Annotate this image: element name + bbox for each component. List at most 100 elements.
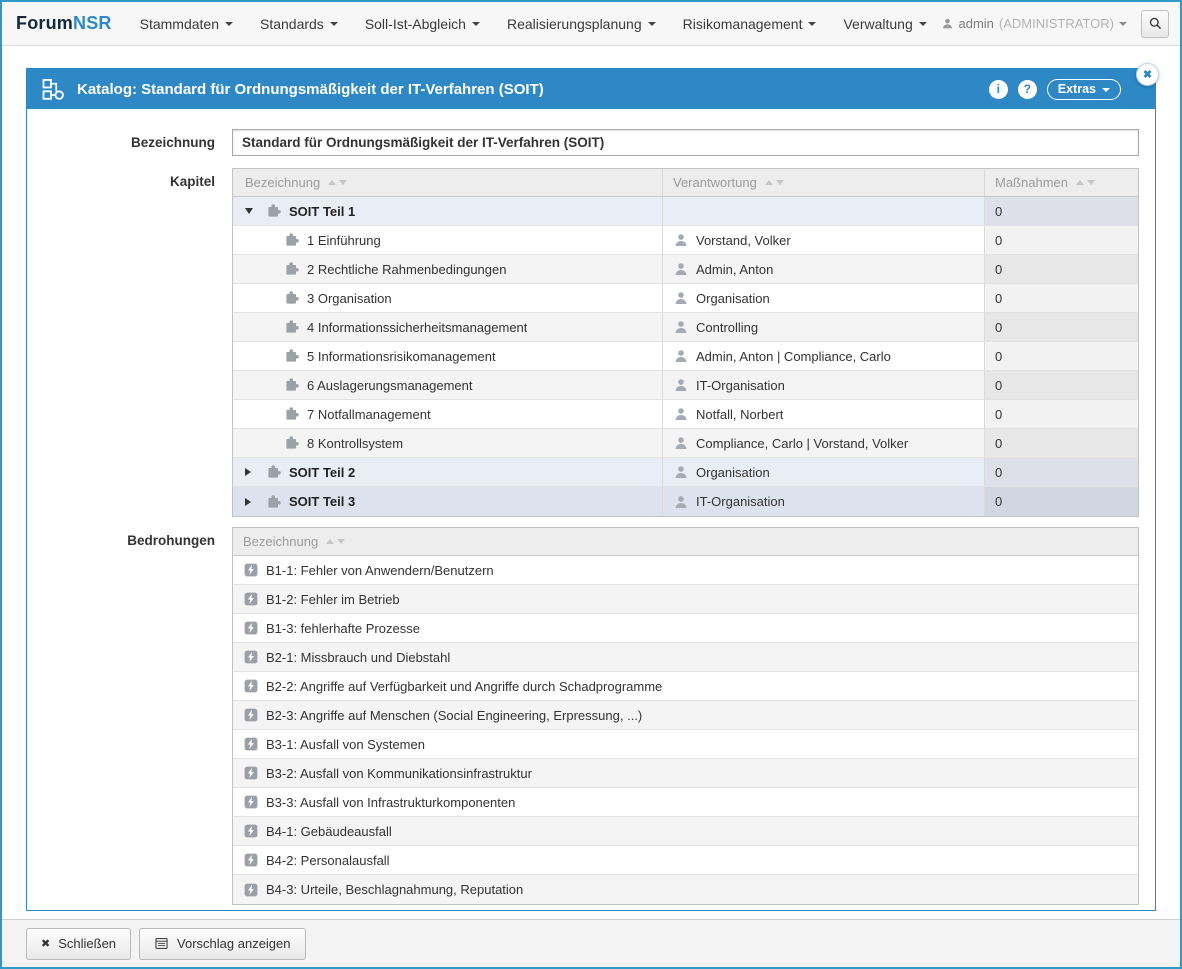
- bedrohung-row[interactable]: B3-2: Ausfall von Kommunikationsinfrastr…: [233, 759, 1138, 788]
- help-button[interactable]: ?: [1018, 80, 1037, 99]
- panel-close-button[interactable]: ✖: [1136, 63, 1159, 86]
- vorschlag-anzeigen-button[interactable]: Vorschlag anzeigen: [139, 928, 305, 960]
- kapitel-row[interactable]: 6 AuslagerungsmanagementIT-Organisation0: [233, 371, 1138, 400]
- bedrohung-row[interactable]: B1-1: Fehler von Anwendern/Benutzern: [233, 556, 1138, 585]
- kapitel-row[interactable]: SOIT Teil 3IT-Organisation0: [233, 487, 1138, 516]
- kapitel-cell-massnahmen: 0: [984, 429, 1138, 457]
- sort-desc-icon[interactable]: [776, 180, 784, 185]
- column-header-massnahmen[interactable]: Maßnahmen: [984, 169, 1138, 196]
- kapitel-row[interactable]: 8 KontrollsystemCompliance, Carlo | Vors…: [233, 429, 1138, 458]
- bedrohung-cell: B1-3: fehlerhafte Prozesse: [233, 614, 1138, 642]
- tree-expand-icon[interactable]: [245, 498, 259, 506]
- kapitel-cell-massnahmen: 0: [984, 255, 1138, 283]
- panel-title: Katalog: Standard für Ordnungsmäßigkeit …: [77, 81, 978, 98]
- kapitel-row[interactable]: 2 Rechtliche RahmenbedingungenAdmin, Ant…: [233, 255, 1138, 284]
- sort-asc-icon[interactable]: [1076, 180, 1084, 185]
- threat-icon: [243, 736, 259, 752]
- bedrohung-name: B1-1: Fehler von Anwendern/Benutzern: [266, 563, 494, 578]
- bedrohungen-label: Bedrohungen: [27, 527, 232, 905]
- sort-icons: [765, 180, 784, 185]
- kapitel-name: SOIT Teil 2: [289, 465, 355, 480]
- bedrohung-row[interactable]: B1-2: Fehler im Betrieb: [233, 585, 1138, 614]
- kapitel-name: SOIT Teil 1: [289, 204, 355, 219]
- threat-icon: [243, 649, 259, 665]
- sort-icons: [328, 180, 347, 185]
- column-header-verantwortung[interactable]: Verantwortung: [662, 169, 984, 196]
- kapitel-name: 2 Rechtliche Rahmenbedingungen: [307, 262, 506, 277]
- bedrohung-row[interactable]: B2-3: Angriffe auf Menschen (Social Engi…: [233, 701, 1138, 730]
- kapitel-row[interactable]: SOIT Teil 2Organisation0: [233, 458, 1138, 487]
- kapitel-cell-verantwortung: Vorstand, Volker: [662, 226, 984, 254]
- nav-menu-stammdaten[interactable]: Stammdaten: [140, 16, 233, 32]
- kapitel-cell-bezeichnung: SOIT Teil 3: [233, 487, 662, 516]
- chapter-icon: [266, 203, 282, 219]
- kapitel-cell-bezeichnung: 8 Kontrollsystem: [233, 429, 662, 457]
- tree-collapse-icon[interactable]: [245, 208, 259, 214]
- nav-menu-standards[interactable]: Standards: [260, 16, 338, 32]
- kapitel-cell-massnahmen: 0: [984, 371, 1138, 399]
- bedrohung-row[interactable]: B1-3: fehlerhafte Prozesse: [233, 614, 1138, 643]
- massnahmen-count: 0: [995, 291, 1002, 306]
- column-header-bezeichnung[interactable]: Bezeichnung: [233, 169, 662, 196]
- kapitel-row[interactable]: 1 EinführungVorstand, Volker0: [233, 226, 1138, 255]
- bedrohung-cell: B2-2: Angriffe auf Verfügbarkeit und Ang…: [233, 672, 1138, 700]
- kapitel-row[interactable]: SOIT Teil 10: [233, 197, 1138, 226]
- bedrohung-cell: B3-1: Ausfall von Systemen: [233, 730, 1138, 758]
- column-header-label: Verantwortung: [673, 175, 757, 190]
- tree-expand-icon[interactable]: [245, 468, 259, 476]
- bedrohung-row[interactable]: B3-3: Ausfall von Infrastrukturkomponent…: [233, 788, 1138, 817]
- kapitel-name: 3 Organisation: [307, 291, 392, 306]
- nav-menu-risikomanagement[interactable]: Risikomanagement: [683, 16, 817, 32]
- bedrohung-row[interactable]: B2-2: Angriffe auf Verfügbarkeit und Ang…: [233, 672, 1138, 701]
- bedrohung-cell: B3-3: Ausfall von Infrastrukturkomponent…: [233, 788, 1138, 816]
- bedrohung-row[interactable]: B2-1: Missbrauch und Diebstahl: [233, 643, 1138, 672]
- bedrohungen-table-header: Bezeichnung: [233, 528, 1138, 556]
- kapitel-row[interactable]: 3 OrganisationOrganisation0: [233, 284, 1138, 313]
- bedrohung-row[interactable]: B4-1: Gebäudeausfall: [233, 817, 1138, 846]
- sort-desc-icon[interactable]: [339, 180, 347, 185]
- kapitel-row[interactable]: 7 NotfallmanagementNotfall, Norbert0: [233, 400, 1138, 429]
- person-icon: [673, 348, 689, 364]
- chevron-down-icon: [330, 22, 338, 26]
- person-icon: [673, 377, 689, 393]
- threat-icon: [243, 852, 259, 868]
- bezeichnung-input[interactable]: [232, 129, 1139, 156]
- massnahmen-count: 0: [995, 262, 1002, 277]
- search-button[interactable]: [1141, 10, 1169, 38]
- threat-icon: [243, 707, 259, 723]
- sort-asc-icon[interactable]: [765, 180, 773, 185]
- sort-desc-icon[interactable]: [1087, 180, 1095, 185]
- sort-icons: [326, 539, 345, 544]
- navbar-right: admin (ADMINISTRATOR): [941, 10, 1170, 38]
- nav-menu-realisierungsplanung[interactable]: Realisierungsplanung: [507, 16, 656, 32]
- nav-menu-soll-ist-abgleich[interactable]: Soll-Ist-Abgleich: [365, 16, 480, 32]
- person-icon: [673, 435, 689, 451]
- user-menu[interactable]: admin (ADMINISTRATOR): [941, 16, 1128, 31]
- kapitel-row[interactable]: 5 InformationsrisikomanagementAdmin, Ant…: [233, 342, 1138, 371]
- bedrohung-row[interactable]: B4-2: Personalausfall: [233, 846, 1138, 875]
- sort-asc-icon[interactable]: [328, 180, 336, 185]
- kapitel-name: 8 Kontrollsystem: [307, 436, 403, 451]
- app-logo[interactable]: ForumNSR: [16, 13, 112, 34]
- bedrohung-row[interactable]: B4-3: Urteile, Beschlagnahmung, Reputati…: [233, 875, 1138, 904]
- bedrohung-cell: B4-3: Urteile, Beschlagnahmung, Reputati…: [233, 875, 1138, 904]
- nav-menu-verwaltung[interactable]: Verwaltung: [843, 16, 926, 32]
- massnahmen-count: 0: [995, 233, 1002, 248]
- column-header-bezeichnung[interactable]: Bezeichnung: [233, 528, 1138, 555]
- bedrohung-row[interactable]: B3-1: Ausfall von Systemen: [233, 730, 1138, 759]
- kapitel-name: 5 Informationsrisikomanagement: [307, 349, 496, 364]
- chevron-down-icon: [808, 22, 816, 26]
- bedrohung-cell: B4-1: Gebäudeausfall: [233, 817, 1138, 845]
- sort-asc-icon[interactable]: [326, 539, 334, 544]
- kapitel-table-header: Bezeichnung Verantwortung Maßnahmen: [233, 169, 1138, 197]
- extras-button[interactable]: Extras: [1047, 79, 1121, 100]
- footer-bar: ✖ Schließen Vorschlag anzeigen: [2, 919, 1180, 967]
- sort-desc-icon[interactable]: [337, 539, 345, 544]
- kapitel-cell-verantwortung: Notfall, Norbert: [662, 400, 984, 428]
- close-button-label: Schließen: [58, 936, 116, 951]
- info-button[interactable]: i: [989, 80, 1008, 99]
- kapitel-row[interactable]: 4 InformationssicherheitsmanagementContr…: [233, 313, 1138, 342]
- close-button[interactable]: ✖ Schließen: [26, 928, 131, 960]
- bedrohung-name: B4-1: Gebäudeausfall: [266, 824, 392, 839]
- nav-menu-label: Standards: [260, 16, 324, 32]
